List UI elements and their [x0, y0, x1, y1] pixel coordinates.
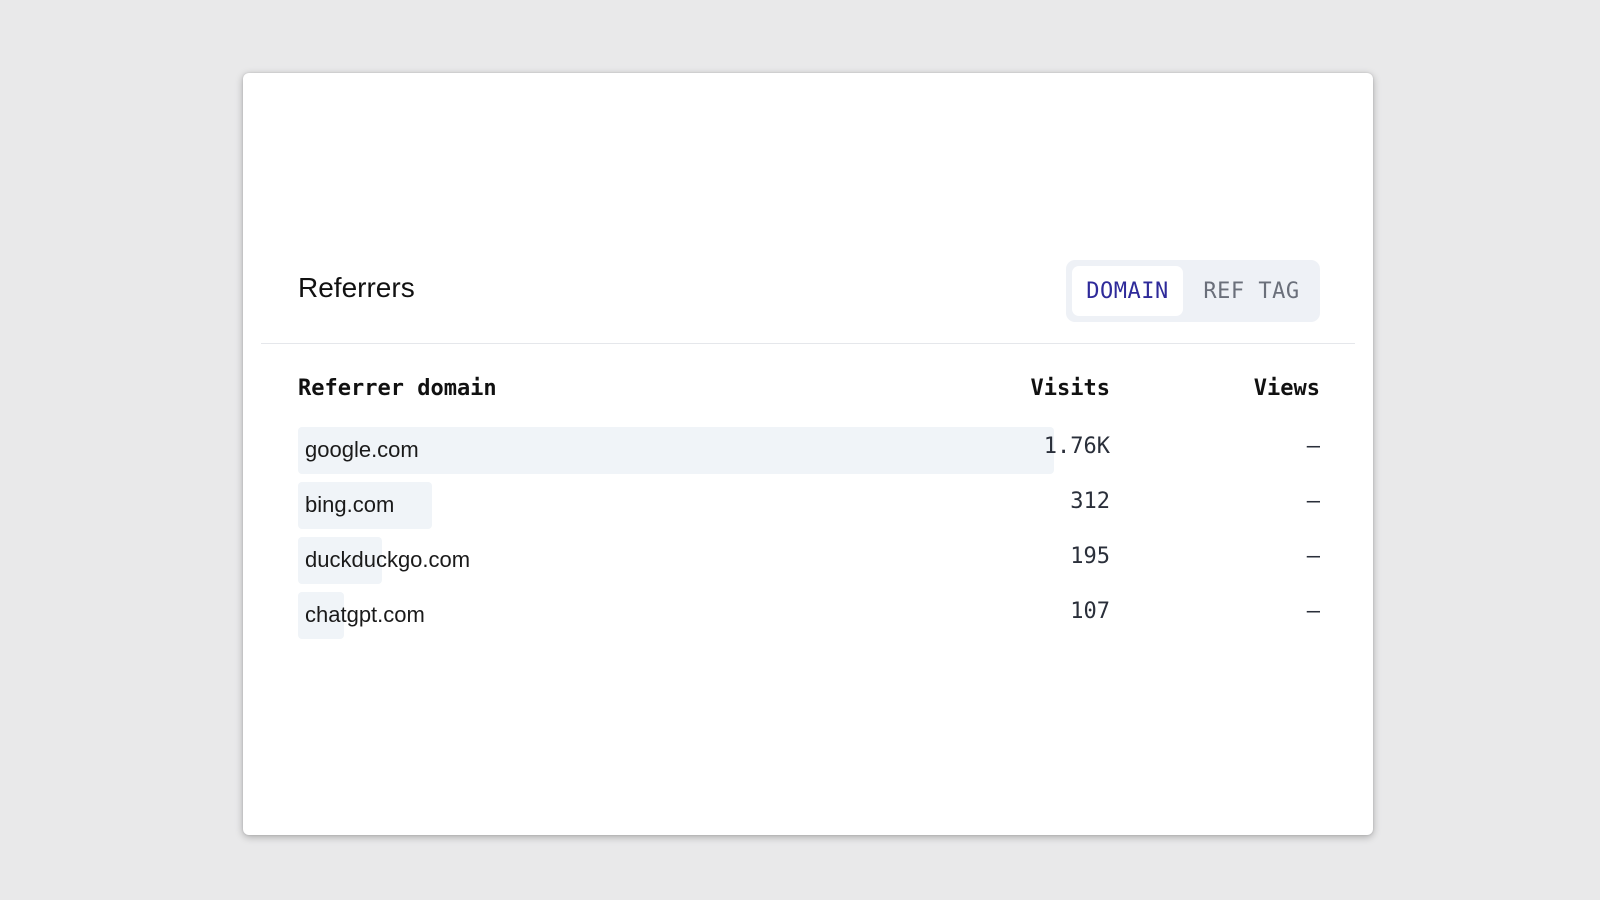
- row-views: –: [1306, 599, 1320, 624]
- row-domain[interactable]: bing.com: [305, 492, 394, 518]
- column-header-views[interactable]: Views: [1254, 376, 1320, 401]
- row-views: –: [1306, 544, 1320, 569]
- row-domain[interactable]: duckduckgo.com: [305, 547, 470, 573]
- toggle-ref-tag-button[interactable]: REF TAG: [1189, 266, 1314, 316]
- column-header-visits[interactable]: Visits: [1031, 376, 1110, 401]
- card-title: Referrers: [298, 272, 415, 303]
- table-row[interactable]: bing.com 312 –: [298, 477, 1320, 532]
- table-row[interactable]: duckduckgo.com 195 –: [298, 532, 1320, 587]
- table-row[interactable]: chatgpt.com 107 –: [298, 587, 1320, 642]
- row-visits: 312: [1070, 489, 1110, 514]
- table-header: Referrer domain Visits Views: [298, 368, 1320, 422]
- table-row[interactable]: google.com 1.76K –: [298, 422, 1320, 477]
- column-header-domain[interactable]: Referrer domain: [298, 376, 497, 401]
- referrers-table: Referrer domain Visits Views google.com …: [298, 368, 1320, 642]
- card-header: Referrers DOMAIN REF TAG: [243, 258, 1373, 342]
- row-visits: 195: [1070, 544, 1110, 569]
- view-toggle: DOMAIN REF TAG: [1066, 260, 1320, 322]
- row-domain[interactable]: google.com: [305, 437, 419, 463]
- row-views: –: [1306, 489, 1320, 514]
- row-visits: 107: [1070, 599, 1110, 624]
- toggle-domain-button[interactable]: DOMAIN: [1072, 266, 1183, 316]
- row-views: –: [1306, 434, 1320, 459]
- referrers-card: Referrers DOMAIN REF TAG Referrer domain…: [243, 73, 1373, 835]
- row-domain[interactable]: chatgpt.com: [305, 602, 425, 628]
- header-divider: [261, 343, 1355, 344]
- row-visits: 1.76K: [1043, 434, 1110, 459]
